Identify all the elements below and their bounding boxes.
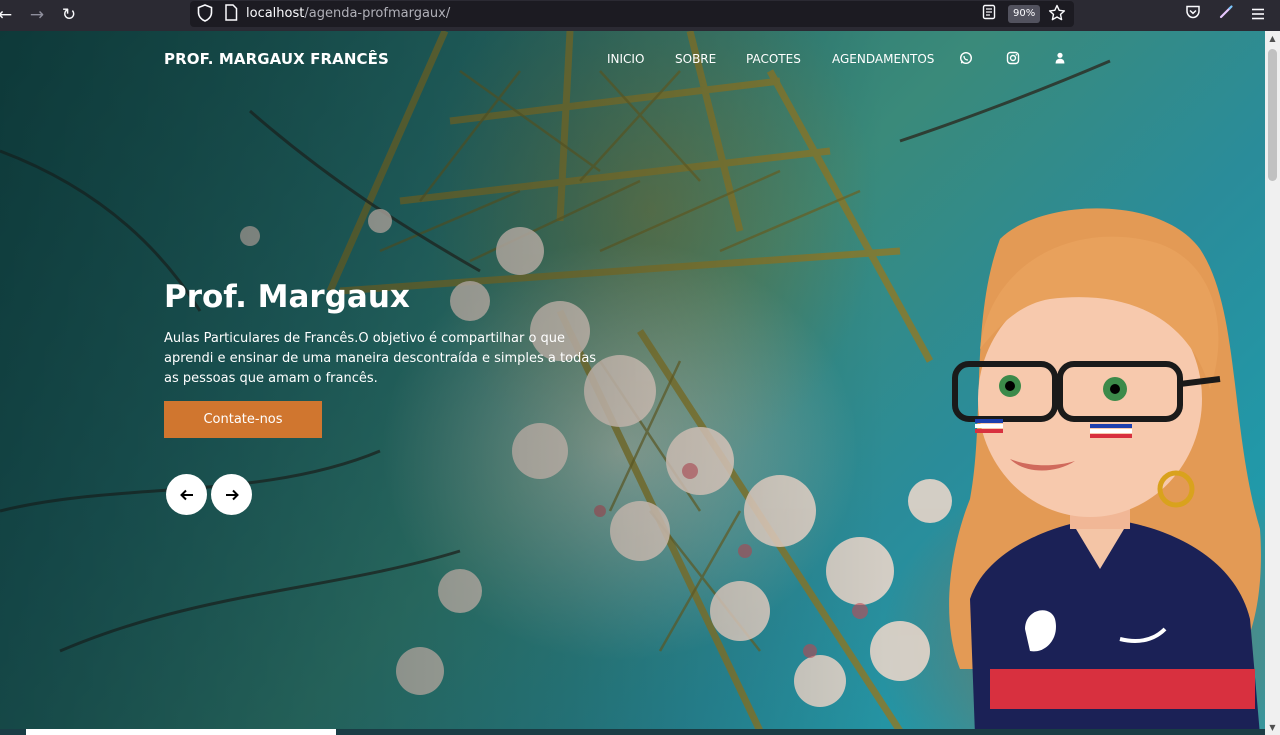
page-icon[interactable] — [221, 4, 241, 24]
url-text[interactable]: localhost/agenda-profmargaux/ — [246, 6, 450, 21]
instagram-icon[interactable] — [1006, 51, 1020, 65]
browser-toolbar: ← → ↻ localhost/agenda-profmargaux/ 90% — [0, 0, 1280, 31]
bookmark-star-icon[interactable] — [1047, 4, 1067, 24]
scroll-up-icon[interactable]: ▲ — [1265, 31, 1280, 46]
scrollbar-thumb[interactable] — [1268, 49, 1277, 181]
nav-pacotes[interactable]: PACOTES — [746, 52, 801, 66]
user-icon[interactable] — [1053, 51, 1067, 65]
site-brand[interactable]: PROF. MARGAUX FRANCÊS — [164, 50, 389, 68]
nav-sobre[interactable]: SOBRE — [675, 52, 716, 66]
zoom-level-badge[interactable]: 90% — [1008, 5, 1041, 23]
page-viewport: PROF. MARGAUX FRANCÊS INICIO SOBRE PACOT… — [0, 31, 1265, 735]
reader-view-icon[interactable] — [979, 4, 999, 24]
next-section-card — [26, 729, 336, 735]
pocket-icon[interactable] — [1182, 4, 1204, 26]
whatsapp-icon[interactable] — [959, 51, 973, 65]
scroll-down-icon[interactable]: ▼ — [1265, 720, 1280, 735]
reload-icon[interactable]: ↻ — [58, 4, 80, 26]
shield-icon[interactable] — [195, 4, 215, 24]
carousel-next-button[interactable] — [211, 474, 252, 515]
hero-description: Aulas Particulares de Francês.O objetivo… — [164, 331, 597, 386]
nav-agendamentos[interactable]: AGENDAMENTOS — [832, 52, 934, 66]
url-host: localhost — [246, 6, 305, 21]
arrow-left-icon — [179, 489, 193, 500]
url-bar[interactable]: localhost/agenda-profmargaux/ 90% — [190, 1, 1074, 27]
arrow-right-icon — [225, 489, 239, 500]
page-scrollbar[interactable]: ▲ ▼ — [1265, 31, 1280, 735]
url-path: /agenda-profmargaux/ — [304, 6, 451, 21]
pen-icon[interactable] — [1215, 4, 1237, 26]
nav-inicio[interactable]: INICIO — [607, 52, 644, 66]
contact-button[interactable]: Contate-nos — [164, 401, 322, 438]
back-arrow-icon[interactable]: ← — [0, 4, 16, 26]
menu-icon[interactable] — [1247, 4, 1269, 26]
forward-arrow-icon[interactable]: → — [26, 4, 48, 26]
carousel-prev-button[interactable] — [166, 474, 207, 515]
teacher-avatar-illustration — [949, 208, 1261, 735]
hero-title: Prof. Margaux — [164, 279, 410, 315]
